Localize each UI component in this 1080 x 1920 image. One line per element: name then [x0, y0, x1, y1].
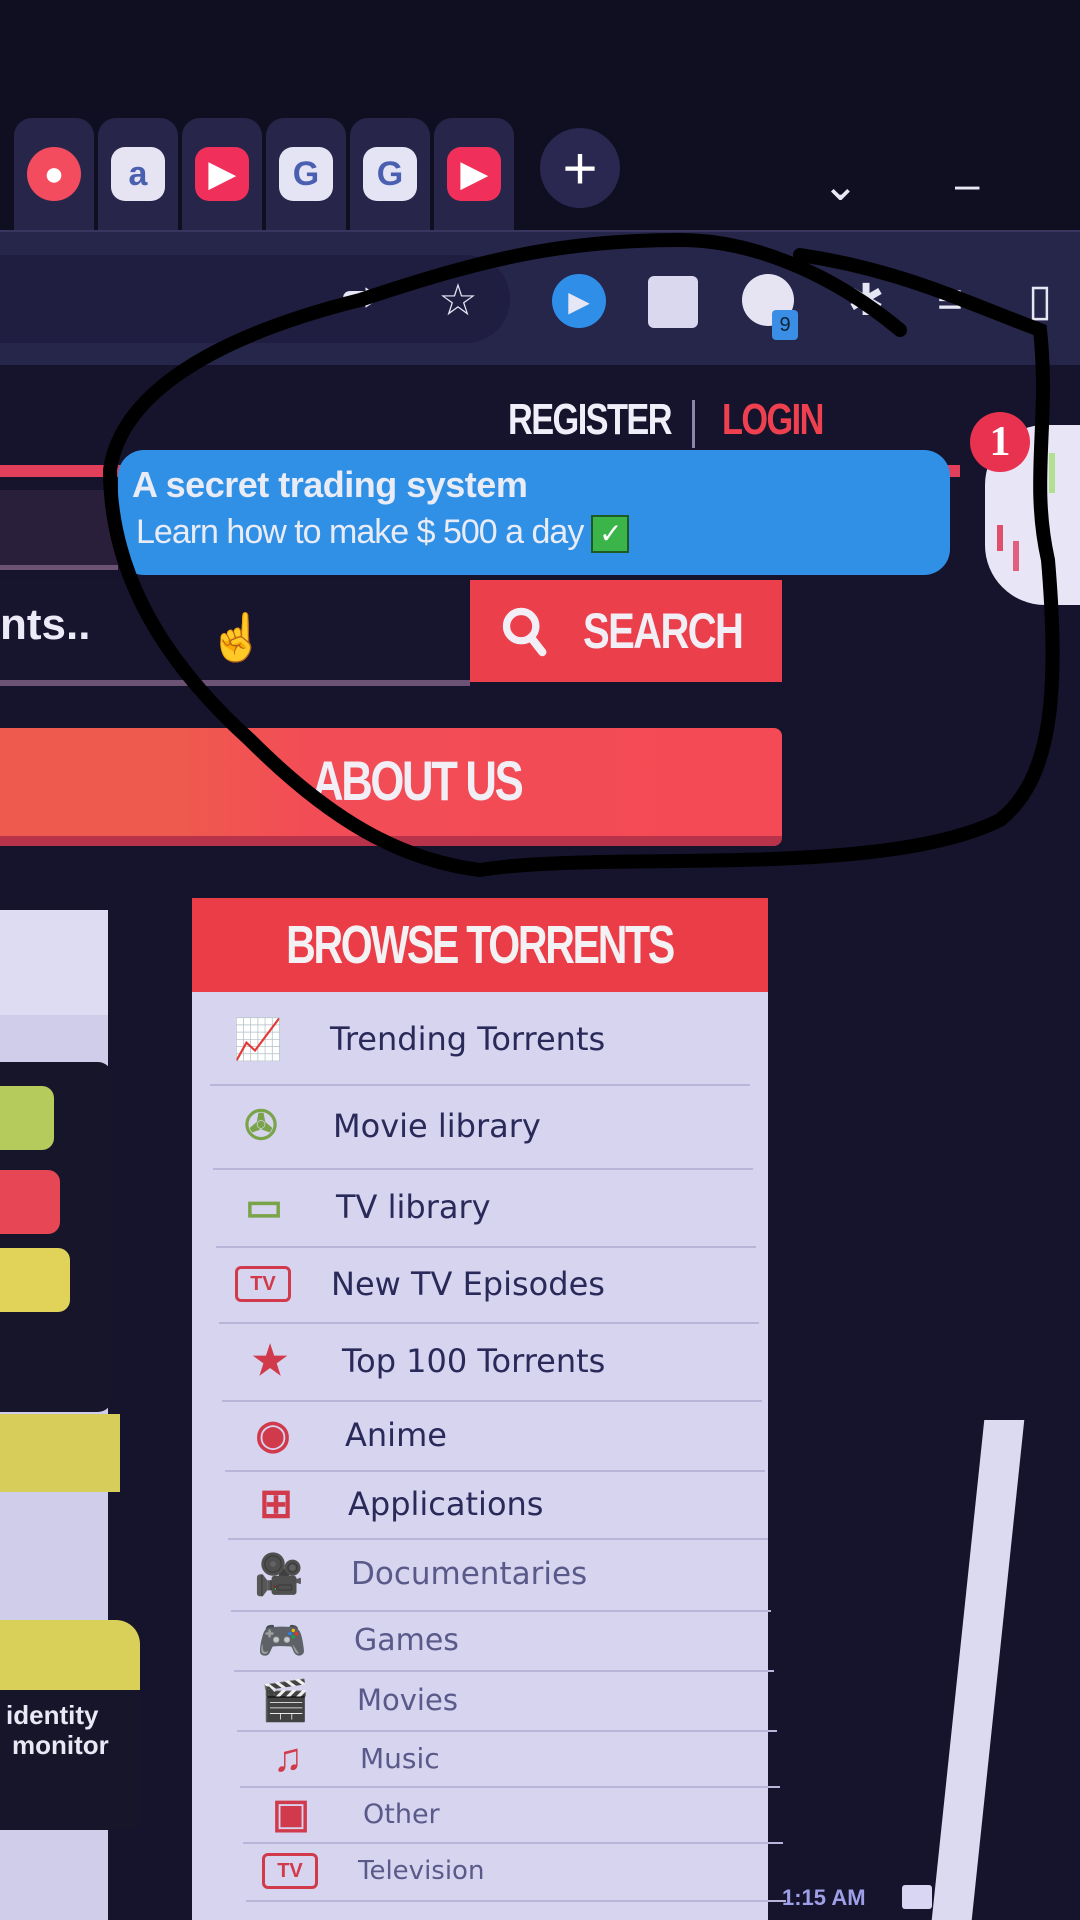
amazon-icon: a: [111, 147, 165, 201]
minimize-button[interactable]: –: [955, 160, 979, 210]
search-icon: [502, 607, 547, 657]
chart-icon: 📈: [233, 1017, 283, 1062]
box-icon: ▣: [272, 1792, 310, 1836]
identity-text: identity: [6, 1700, 99, 1730]
gamepad-icon: 🎮: [257, 1618, 307, 1663]
browse-item-label: Documentaries: [351, 1556, 588, 1592]
checkmark-icon: ✓: [591, 515, 630, 554]
extension-bulb-icon[interactable]: [648, 276, 698, 328]
browse-item[interactable]: 🎥 Documentaries: [231, 1538, 771, 1612]
browse-item-label: Other: [363, 1798, 440, 1830]
browse-item[interactable]: ✇ Movie library: [213, 1084, 753, 1170]
browser-tab[interactable]: ▶: [434, 118, 514, 230]
browse-item-label: Television: [358, 1856, 485, 1886]
left-yellow-strip: [0, 1414, 120, 1492]
bookmark-star-icon[interactable]: ☆: [428, 270, 488, 330]
notification-center-icon[interactable]: [902, 1885, 932, 1909]
browse-item-label: Top 100 Torrents: [342, 1342, 606, 1380]
nav-item-previous[interactable]: [0, 728, 190, 836]
browse-item-label: Movie library: [333, 1107, 541, 1145]
music-icon: ♫: [273, 1735, 303, 1780]
browse-item-label: Games: [354, 1622, 459, 1658]
film-reel-icon: ✇: [244, 1104, 278, 1148]
extension-play-icon[interactable]: ▶: [552, 274, 606, 328]
browse-item[interactable]: ♫ Music: [240, 1730, 780, 1788]
browse-item-label: Trending Torrents: [330, 1020, 606, 1058]
tab-search-button[interactable]: ⌄: [822, 160, 859, 211]
browse-item[interactable]: TV Television: [246, 1842, 786, 1902]
taskbar-clock: 1:15 AM: [782, 1885, 866, 1910]
auth-divider: [692, 400, 695, 448]
search-button-label: SEARCH: [582, 603, 744, 659]
browse-item[interactable]: ⊞ Applications: [228, 1470, 768, 1540]
browser-tab[interactable]: G: [266, 118, 346, 230]
windows-icon: ⊞: [259, 1482, 293, 1526]
clapper-icon: 🎬: [260, 1678, 310, 1723]
browse-item[interactable]: ◉ Anime: [225, 1400, 765, 1472]
browse-item[interactable]: 🎮 Games: [234, 1610, 774, 1672]
reddit-icon: ●: [27, 147, 81, 201]
browse-item-label: TV library: [336, 1188, 491, 1226]
search-button[interactable]: SEARCH: [470, 580, 782, 682]
nav-about-us[interactable]: ABOUT US: [312, 748, 524, 813]
side-panel-icon[interactable]: ▯: [1010, 270, 1070, 330]
notification-badge[interactable]: 1: [970, 412, 1030, 472]
browse-item[interactable]: ▭ TV library: [216, 1168, 756, 1248]
tv-icon: TV: [235, 1266, 291, 1302]
nav-bar: ABOUT US: [0, 728, 782, 846]
browse-item-label: Movies: [357, 1683, 458, 1717]
search-placeholder: nts..: [0, 600, 91, 649]
media-control-icon[interactable]: ≡: [920, 270, 980, 330]
browse-item[interactable]: 🎬 Movies: [237, 1670, 777, 1732]
anime-icon: ◉: [255, 1413, 291, 1457]
browse-item[interactable]: ▣ Other: [243, 1786, 783, 1844]
new-tab-button[interactable]: +: [540, 128, 620, 208]
left-panel-header: [0, 910, 108, 1015]
ad-title: A secret trading system: [132, 464, 528, 505]
register-link[interactable]: REGISTER: [508, 395, 673, 445]
extensions-puzzle-icon[interactable]: ✱: [836, 270, 896, 330]
television-icon: TV: [262, 1853, 318, 1889]
browse-item-label: Music: [360, 1741, 440, 1775]
browse-item[interactable]: 📈 Trending Torrents: [210, 994, 750, 1086]
youtube-icon: ▶: [447, 147, 501, 201]
browse-item-label: New TV Episodes: [331, 1265, 605, 1303]
camera-icon: 🎥: [254, 1552, 304, 1597]
browser-tab[interactable]: a: [98, 118, 178, 230]
browser-tab[interactable]: G: [350, 118, 430, 230]
header-strip: [0, 490, 118, 570]
extension-blocker-icon[interactable]: 9: [742, 274, 798, 340]
login-link[interactable]: LOGIN: [722, 395, 824, 445]
hand-cursor-icon: ☝: [208, 611, 266, 663]
browse-item-label: Applications: [348, 1485, 544, 1523]
browse-item[interactable]: ★ Top 100 Torrents: [222, 1322, 762, 1402]
share-icon[interactable]: ⮫: [332, 270, 392, 330]
browse-item-label: Anime: [345, 1416, 447, 1454]
browser-tab[interactable]: ●: [14, 118, 94, 230]
browser-tab[interactable]: ▶: [182, 118, 262, 230]
cassette-icon: ▭: [245, 1185, 283, 1229]
extension-badge: 9: [772, 310, 798, 340]
google-icon: G: [363, 147, 417, 201]
youtube-icon: ▶: [195, 147, 249, 201]
left-bar-red[interactable]: [0, 1170, 60, 1234]
google-icon: G: [279, 147, 333, 201]
ad-banner[interactable]: A secret trading system Learn how to mak…: [118, 450, 950, 575]
top-star-icon: ★: [252, 1339, 288, 1383]
left-bar-yellow[interactable]: [0, 1248, 70, 1312]
browse-item[interactable]: TV New TV Episodes: [219, 1246, 759, 1324]
left-bar-green[interactable]: [0, 1086, 54, 1150]
browse-torrents-title: BROWSE TORRENTS: [192, 898, 768, 992]
monitor-text: monitor: [12, 1730, 109, 1760]
left-identity-card-header: [0, 1620, 140, 1690]
ad-subtitle: Learn how to make $ 500 a day ✓: [136, 513, 630, 554]
